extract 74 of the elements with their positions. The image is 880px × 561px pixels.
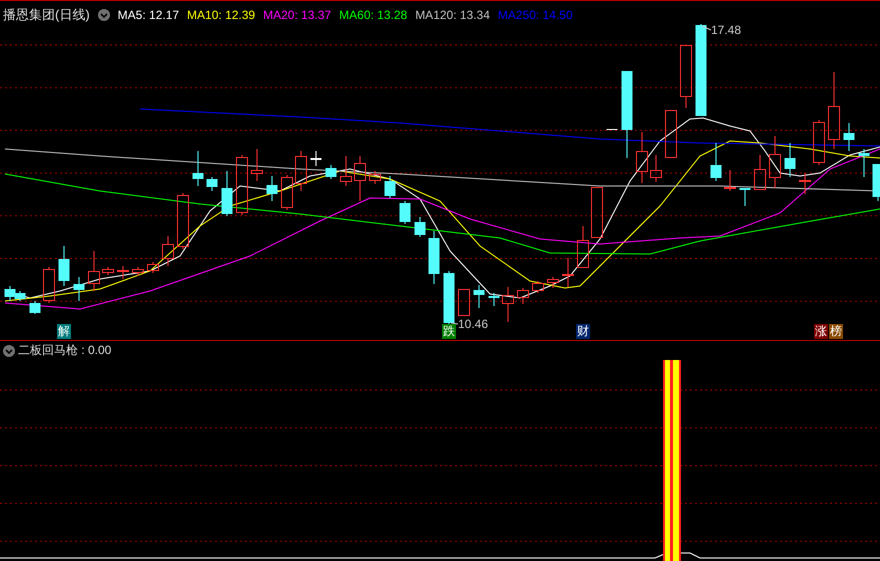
moving-average-label: MA250: 14.50 [498,8,573,22]
stock-title: 播恩集团(日线) [3,6,90,24]
price-label: 10.46 [458,317,488,331]
candlestick [636,132,648,184]
indicator-title: 二板回马枪 : 0.00 [18,342,112,359]
candlestick [43,266,55,304]
moving-average-label: MA120: 13.34 [415,8,490,22]
candlestick [177,192,189,250]
candlestick [369,170,381,184]
candlestick [251,148,263,182]
price-label: 17.48 [711,23,742,37]
candlestick [266,176,278,202]
candlestick [326,164,336,180]
moving-average-label: MA5: 12.17 [118,8,180,22]
candlestick [310,150,322,166]
candlestick [58,246,70,286]
candlestick [222,170,232,216]
candlestick [710,142,722,182]
candlestick [147,262,159,274]
candlestick [502,286,514,322]
candlestick [606,128,618,130]
candlestick [517,288,529,304]
moving-average-label: MA20: 13.37 [263,8,332,22]
candlestick [458,289,470,316]
candlestick [488,292,500,306]
candlestick [117,266,129,280]
candlestick [132,266,144,276]
candlestick [474,284,484,308]
candlestick [813,120,825,166]
candlestick [281,174,293,210]
candlestick [754,154,766,190]
candlestick [384,176,396,198]
candlestick [680,45,692,108]
candlestick [665,110,677,158]
candlestick [354,156,366,202]
candlestick [428,230,440,284]
candlestick [102,266,114,276]
moving-average-label: MA10: 12.39 [187,8,256,22]
candlestick [206,176,218,192]
candlestick [74,276,84,302]
candlestick [872,164,880,202]
leader-line [702,26,712,30]
event-marker: 财 [576,324,590,339]
candlestick [88,250,100,292]
candlestick [784,142,796,178]
event-marker: 跌 [442,324,456,339]
candlestick [414,216,426,238]
candlestick [799,172,811,194]
candlestick [340,156,352,186]
candlestick [547,276,559,288]
candlestick [844,122,854,152]
candlestick [30,300,40,314]
candlestick [650,154,662,182]
dropdown-icon[interactable] [3,344,15,356]
candlestick [724,170,736,192]
candlestick [769,136,781,188]
candlestick [295,150,307,192]
candlestick [858,148,870,178]
event-marker: 涨 [814,324,828,339]
candlestick [444,270,454,324]
candlestick [192,150,204,186]
event-marker: 榜 [829,324,843,339]
candlestick [400,200,410,224]
dropdown-icon[interactable] [98,9,110,21]
moving-average-label: MA60: 13.28 [339,8,408,22]
candlestick [740,188,750,206]
candlestick [577,226,589,268]
candlestick [236,154,248,216]
candlestick [532,280,544,294]
leader-line [450,322,458,324]
candlestick [162,236,174,266]
event-marker: 解 [57,324,71,339]
candlestick [562,258,574,288]
candlestick [591,187,603,238]
